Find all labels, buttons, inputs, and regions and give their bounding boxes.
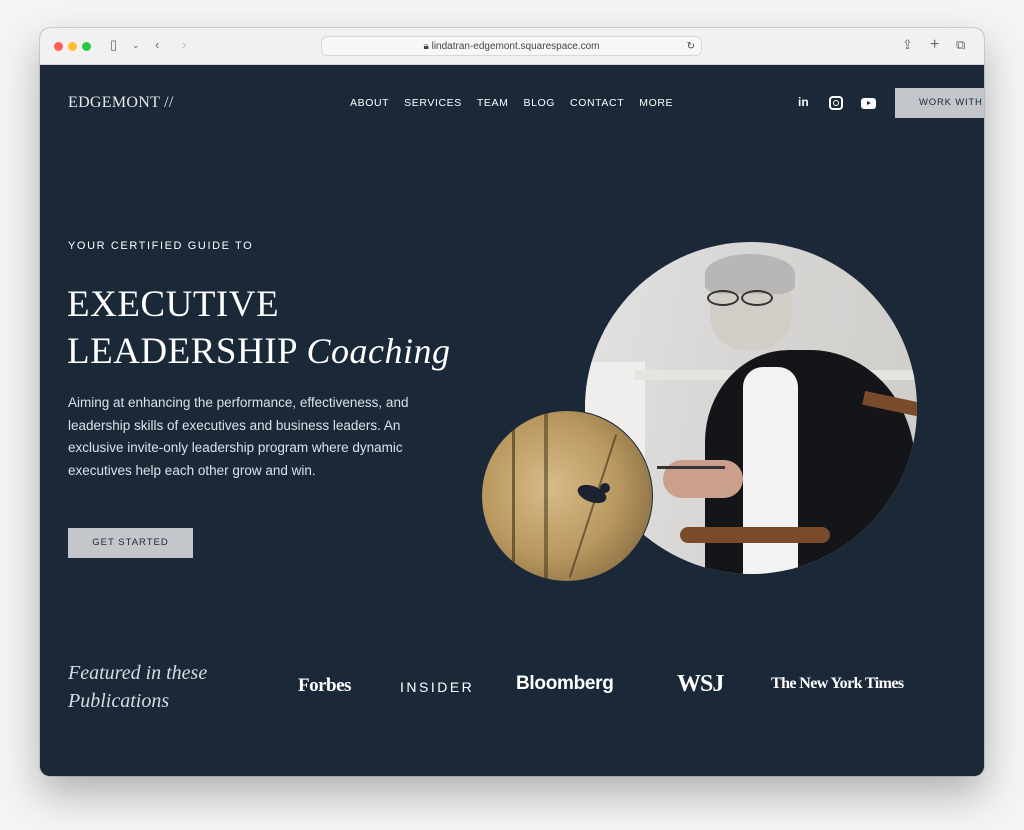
- title-line-1: EXECUTIVE: [67, 284, 280, 325]
- forward-icon[interactable]: ›: [182, 37, 186, 53]
- featured-line-1: Featured in these: [68, 662, 208, 684]
- title-italic: Coaching: [306, 331, 451, 371]
- featured-heading: Featured in these Publications: [68, 659, 207, 715]
- bird-on-reed-image: [481, 410, 653, 582]
- instagram-icon[interactable]: [829, 96, 843, 110]
- nav-contact[interactable]: CONTACT: [570, 97, 624, 109]
- sidebar-icon[interactable]: ▯: [110, 37, 117, 53]
- site-content: EDGEMONT // ABOUT SERVICES TEAM BLOG CON…: [40, 65, 984, 776]
- close-window-button[interactable]: [54, 42, 63, 51]
- main-nav: ABOUT SERVICES TEAM BLOG CONTACT MORE: [350, 97, 673, 109]
- chevron-down-icon[interactable]: ⌄: [132, 37, 140, 53]
- forbes-logo: Forbes: [298, 675, 351, 696]
- site-logo[interactable]: EDGEMONT //: [68, 94, 174, 112]
- browser-window: ▯ ⌄ ‹ › 🔒︎ lindatran-edgemont.squarespac…: [40, 28, 984, 776]
- nyt-logo: The New York Times: [771, 675, 904, 692]
- get-started-button[interactable]: GET STARTED: [68, 528, 193, 558]
- address-bar[interactable]: 🔒︎ lindatran-edgemont.squarespace.com ↻: [321, 36, 702, 56]
- share-icon[interactable]: ⇪: [902, 37, 913, 53]
- back-icon[interactable]: ‹: [155, 37, 159, 53]
- hero-eyebrow: YOUR CERTIFIED GUIDE TO: [68, 240, 254, 252]
- bloomberg-logo: Bloomberg: [516, 673, 614, 694]
- nav-blog[interactable]: BLOG: [523, 97, 555, 109]
- featured-line-2: Publications: [68, 690, 170, 712]
- minimize-window-button[interactable]: [68, 42, 77, 51]
- linkedin-icon[interactable]: in: [798, 95, 809, 109]
- new-tab-icon[interactable]: +: [930, 37, 939, 53]
- browser-toolbar: ▯ ⌄ ‹ › 🔒︎ lindatran-edgemont.squarespac…: [40, 28, 984, 65]
- work-with-button[interactable]: WORK WITH: [895, 88, 984, 118]
- tabs-overview-icon[interactable]: ⧉: [956, 37, 965, 53]
- nav-team[interactable]: TEAM: [477, 97, 509, 109]
- youtube-icon[interactable]: [861, 98, 876, 109]
- wsj-logo: WSJ: [677, 671, 724, 697]
- lock-icon: 🔒︎: [423, 41, 432, 52]
- nav-services[interactable]: SERVICES: [404, 97, 462, 109]
- maximize-window-button[interactable]: [82, 42, 91, 51]
- insider-logo: INSIDER: [400, 679, 475, 695]
- hero-description: Aiming at enhancing the performance, eff…: [68, 395, 409, 478]
- reload-icon[interactable]: ↻: [687, 37, 695, 56]
- url-text: lindatran-edgemont.squarespace.com: [431, 41, 600, 52]
- title-line-2: LEADERSHIP: [67, 331, 297, 372]
- hero-title: EXECUTIVE LEADERSHIP Coaching: [67, 281, 451, 375]
- nav-about[interactable]: ABOUT: [350, 97, 389, 109]
- nav-more[interactable]: MORE: [639, 97, 673, 109]
